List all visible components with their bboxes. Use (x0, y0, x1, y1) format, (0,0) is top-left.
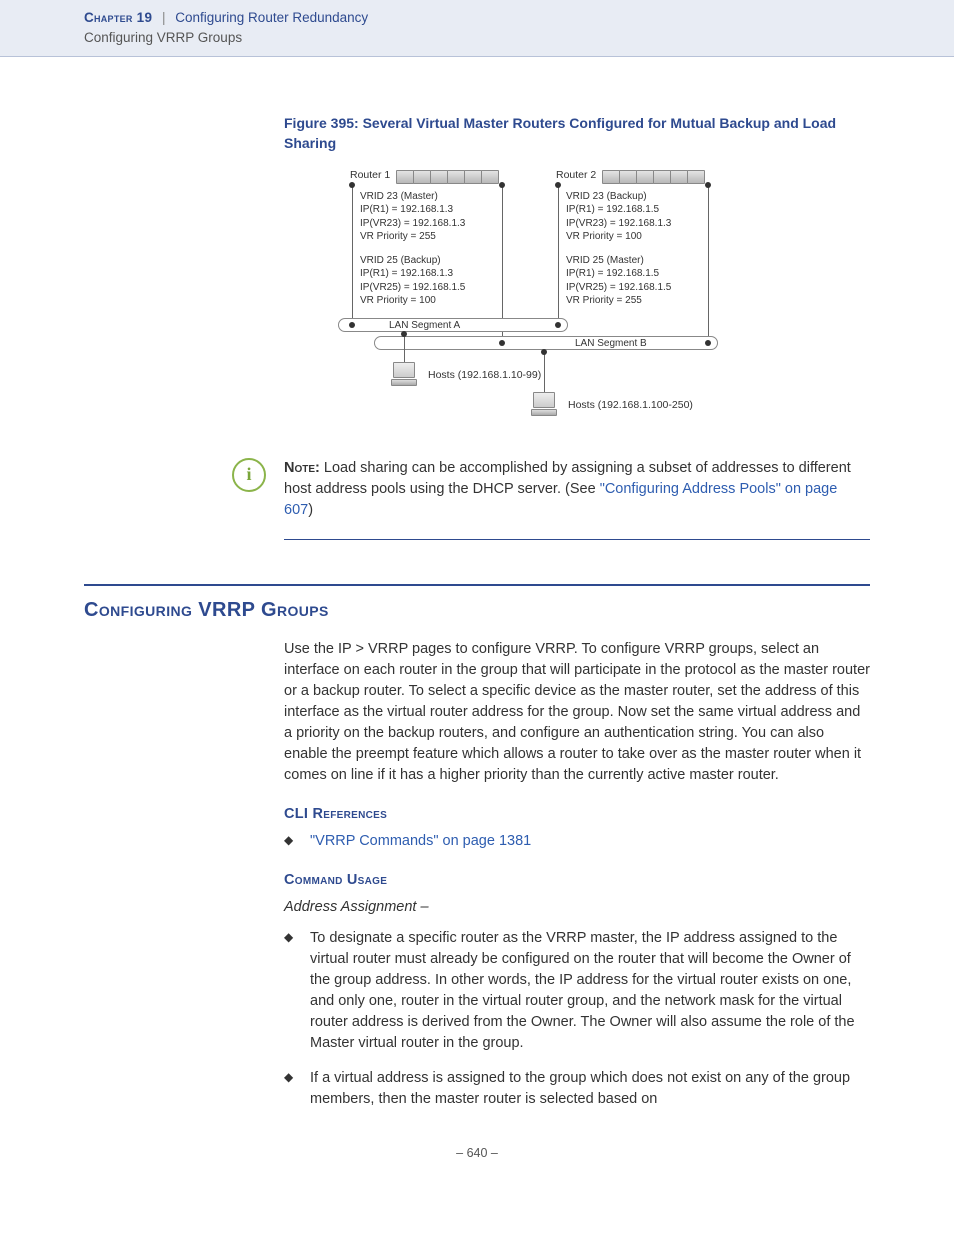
hosts-a-label: Hosts (192.168.1.10-99) (428, 368, 541, 383)
page-header: Chapter 19 | Configuring Router Redundan… (0, 0, 954, 57)
lan-segment-a: LAN Segment A (338, 318, 568, 332)
chapter-title: Configuring Router Redundancy (175, 10, 368, 25)
r1-vrid23-box: VRID 23 (Master)IP(R1) = 192.168.1.3IP(V… (360, 190, 465, 244)
note-after: ) (308, 502, 313, 518)
header-subtitle: Configuring VRRP Groups (84, 28, 954, 48)
dot (705, 182, 711, 188)
separator: | (162, 10, 166, 25)
vline (708, 184, 709, 340)
vline (352, 184, 353, 324)
usage-list: To designate a specific router as the VR… (284, 928, 870, 1110)
chapter-number: Chapter 19 (84, 10, 152, 25)
dot (555, 322, 561, 328)
dot (499, 340, 505, 346)
router1-label: Router 1 (350, 168, 390, 183)
dot (705, 340, 711, 346)
dot (555, 182, 561, 188)
section-heading: Configuring VRRP Groups (84, 596, 870, 625)
router1-switch-icon (396, 170, 504, 184)
info-icon: i (232, 458, 266, 492)
cli-link[interactable]: "VRRP Commands" on page 1381 (310, 833, 531, 849)
usage-subheading: Address Assignment – (284, 897, 870, 918)
note-block: i Note: Load sharing can be accomplished… (284, 458, 870, 540)
command-usage-heading: Command Usage (284, 870, 870, 891)
vline (404, 334, 405, 364)
cli-item: "VRRP Commands" on page 1381 (284, 831, 870, 852)
chapter-line: Chapter 19 | Configuring Router Redundan… (84, 8, 954, 28)
r2-vrid25-box: VRID 25 (Master)IP(R1) = 192.168.1.5IP(V… (566, 254, 671, 308)
lan-segment-b: LAN Segment B (374, 336, 718, 350)
cli-list: "VRRP Commands" on page 1381 (284, 831, 870, 852)
vline (502, 184, 503, 340)
dot (349, 322, 355, 328)
vline (544, 352, 545, 394)
figure-caption: Figure 395: Several Virtual Master Route… (284, 113, 870, 154)
cli-references-heading: CLI References (284, 804, 870, 825)
hosts-b-label: Hosts (192.168.1.100-250) (568, 398, 693, 413)
pc-icon (530, 392, 558, 416)
r1-vrid25-box: VRID 25 (Backup)IP(R1) = 192.168.1.3IP(V… (360, 254, 465, 308)
figure-diagram: Router 1 Router 2 VRID 23 (Master)IP(R1)… (344, 168, 754, 428)
dot (541, 349, 547, 355)
vline (558, 184, 559, 324)
router2-switch-icon (602, 170, 710, 184)
dot (401, 331, 407, 337)
dot (349, 182, 355, 188)
usage-bullet-1: To designate a specific router as the VR… (284, 928, 870, 1054)
intro-paragraph: Use the IP > VRRP pages to configure VRR… (284, 639, 870, 786)
router2-label: Router 2 (556, 168, 596, 183)
pc-icon (390, 362, 418, 386)
section-rule (84, 584, 870, 586)
note-label: Note: (284, 460, 320, 476)
dot (499, 182, 505, 188)
page-number: – 640 – (84, 1144, 870, 1162)
r2-vrid23-box: VRID 23 (Backup)IP(R1) = 192.168.1.5IP(V… (566, 190, 671, 244)
usage-bullet-2: If a virtual address is assigned to the … (284, 1068, 870, 1110)
